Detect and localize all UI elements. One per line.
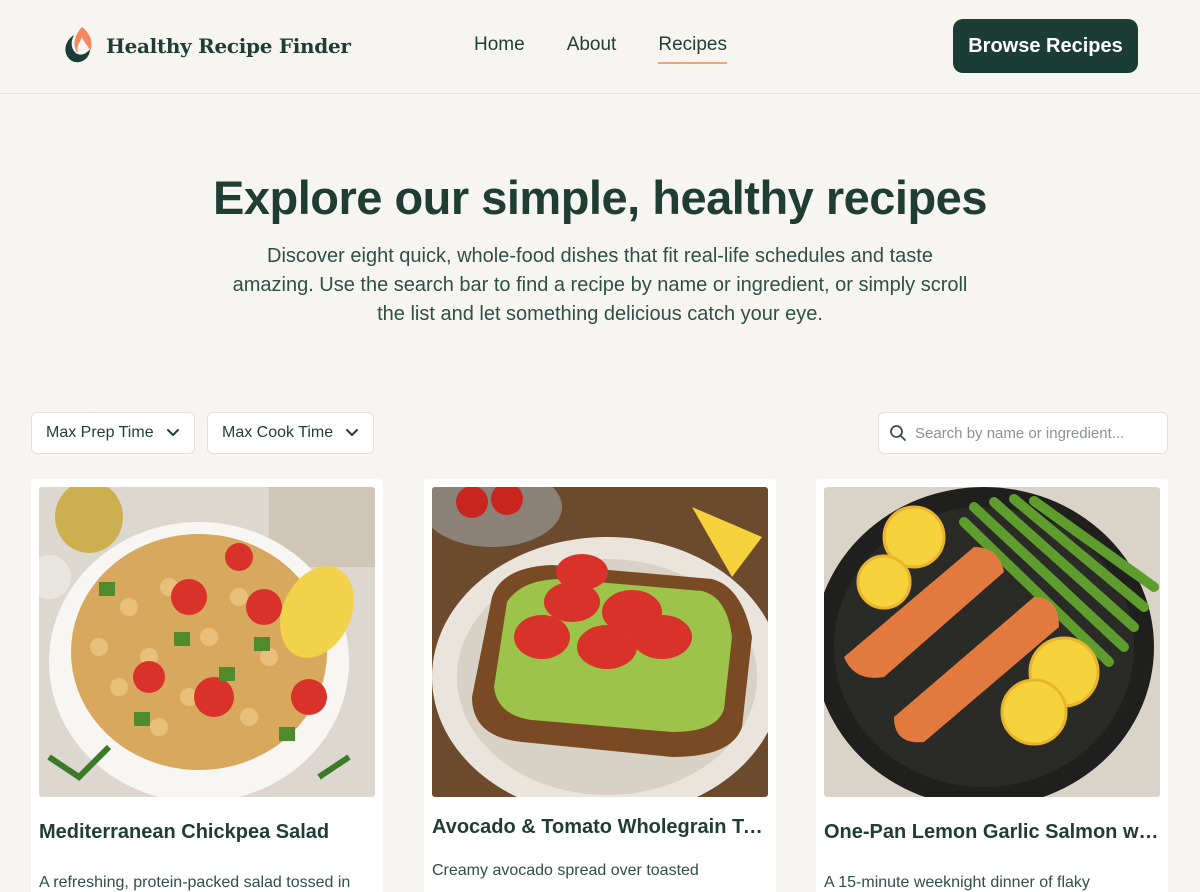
max-prep-time-label: Max Prep Time	[46, 424, 154, 441]
recipe-description: A 15-minute weeknight dinner of flaky	[824, 874, 1090, 891]
nav-about[interactable]: About	[567, 34, 617, 62]
browse-recipes-button[interactable]: Browse Recipes	[953, 19, 1138, 73]
search-icon	[890, 425, 906, 441]
main-nav: Home About Recipes	[474, 34, 769, 64]
salmon-pan-image[interactable]	[824, 487, 1160, 797]
recipe-card[interactable]: Mediterranean Chickpea Salad A refreshin…	[31, 479, 383, 892]
recipe-description: A refreshing, protein-packed salad tosse…	[39, 874, 351, 891]
page-title: Explore our simple, healthy recipes	[213, 171, 987, 224]
brand-logo[interactable]: Healthy Recipe Finder	[60, 25, 351, 67]
max-cook-time-dropdown[interactable]: Max Cook Time	[207, 412, 375, 454]
chevron-down-icon	[346, 429, 359, 437]
brand-name: Healthy Recipe Finder	[106, 34, 351, 58]
nav-recipes[interactable]: Recipes	[658, 34, 727, 64]
nav-home[interactable]: Home	[474, 34, 525, 62]
recipe-title[interactable]: Avocado & Tomato Wholegrain Toast	[432, 816, 768, 839]
chickpea-salad-image[interactable]	[39, 487, 375, 797]
recipe-description: Creamy avocado spread over toasted	[432, 862, 699, 879]
recipe-title[interactable]: One-Pan Lemon Garlic Salmon with Asparag…	[824, 821, 1160, 844]
leaf-flame-logo-icon	[65, 27, 92, 63]
search-box[interactable]	[878, 412, 1168, 454]
page-subtitle: Discover eight quick, whole-food dishes …	[232, 245, 968, 325]
max-prep-time-dropdown[interactable]: Max Prep Time	[31, 412, 195, 454]
recipe-title[interactable]: Mediterranean Chickpea Salad	[39, 821, 375, 844]
recipe-card[interactable]: One-Pan Lemon Garlic Salmon with Asparag…	[816, 479, 1168, 892]
avocado-toast-image[interactable]	[432, 487, 768, 797]
site-header: Healthy Recipe Finder Home About Recipes…	[0, 0, 1200, 94]
recipe-card[interactable]: Avocado & Tomato Wholegrain Toast Creamy…	[424, 479, 776, 892]
chevron-down-icon	[166, 429, 179, 437]
search-input[interactable]	[915, 424, 1155, 442]
max-cook-time-label: Max Cook Time	[222, 424, 334, 441]
